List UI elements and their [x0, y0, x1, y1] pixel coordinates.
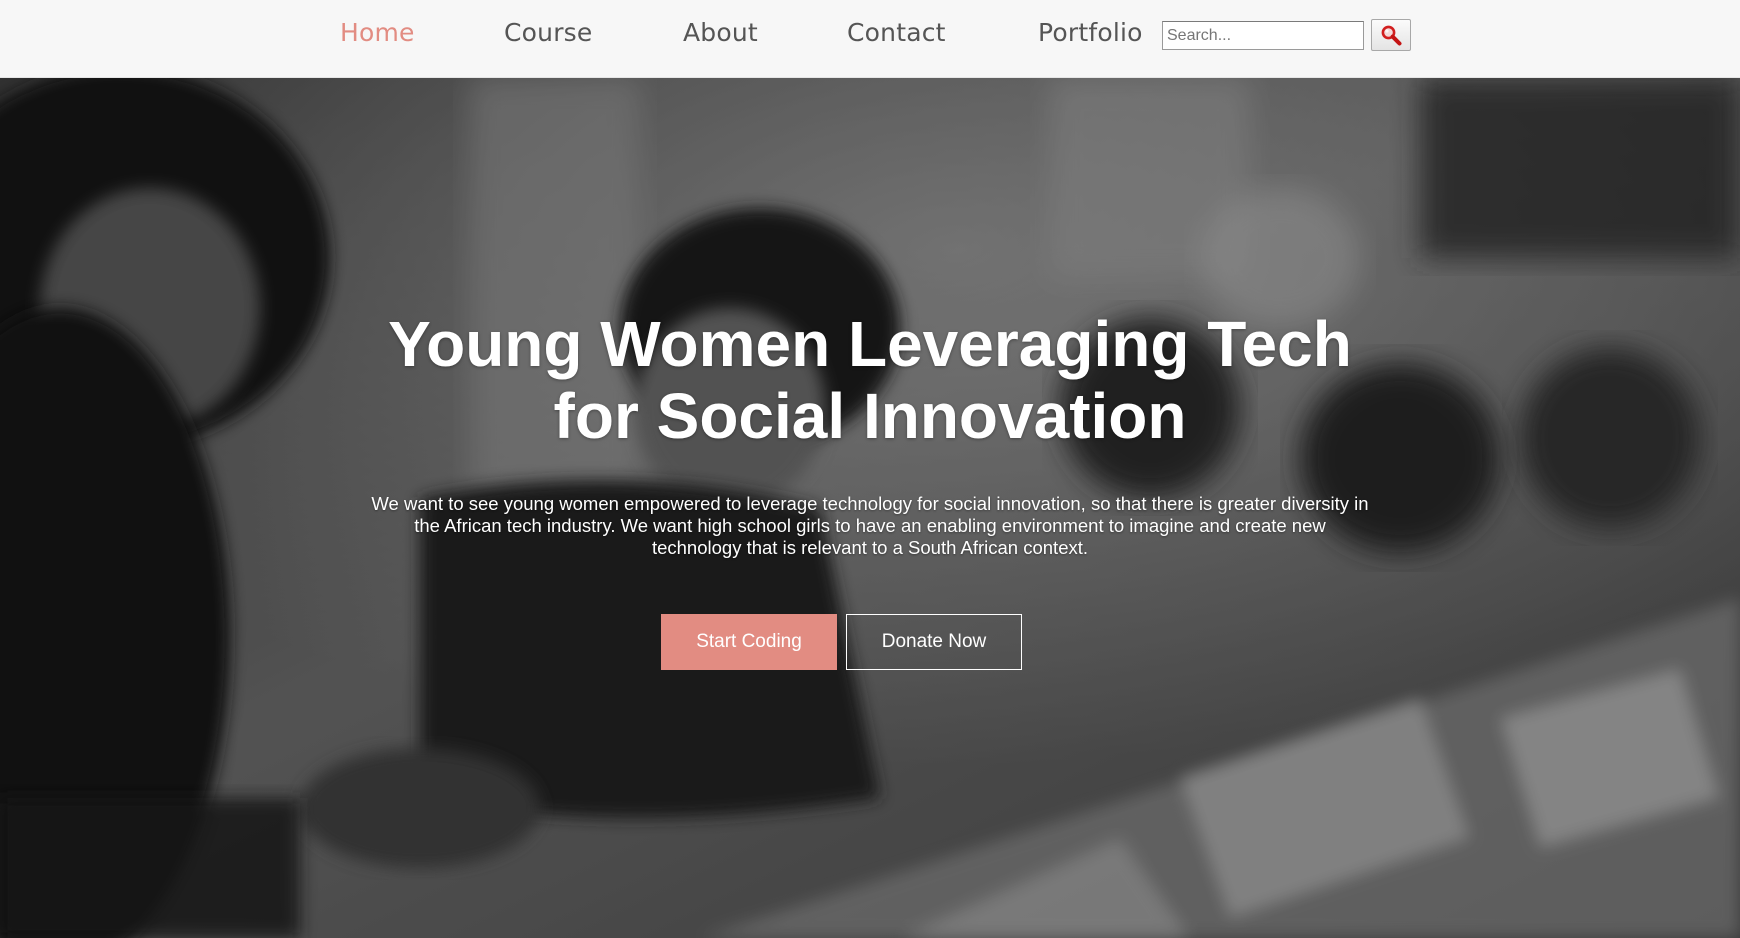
- hero-section: Young Women Leveraging Tech for Social I…: [0, 78, 1740, 938]
- nav-link-about[interactable]: About: [683, 16, 758, 50]
- hero-title-line-1: Young Women Leveraging Tech: [388, 308, 1352, 380]
- nav-link-portfolio[interactable]: Portfolio: [1038, 16, 1143, 50]
- search-button[interactable]: [1371, 19, 1411, 51]
- top-navbar: Home Course About Contact Portfolio: [0, 0, 1740, 78]
- start-coding-button[interactable]: Start Coding: [661, 614, 837, 670]
- search-input[interactable]: [1162, 21, 1364, 50]
- magnifier-icon: [1381, 25, 1402, 46]
- nav-link-contact[interactable]: Contact: [847, 16, 946, 50]
- hero-title: Young Women Leveraging Tech for Social I…: [270, 308, 1470, 452]
- hero-title-line-2: for Social Innovation: [553, 380, 1187, 452]
- hero-description: We want to see young women empowered to …: [371, 493, 1369, 558]
- donate-now-button[interactable]: Donate Now: [846, 614, 1022, 670]
- nav-link-course[interactable]: Course: [504, 16, 592, 50]
- nav-link-home[interactable]: Home: [340, 16, 415, 50]
